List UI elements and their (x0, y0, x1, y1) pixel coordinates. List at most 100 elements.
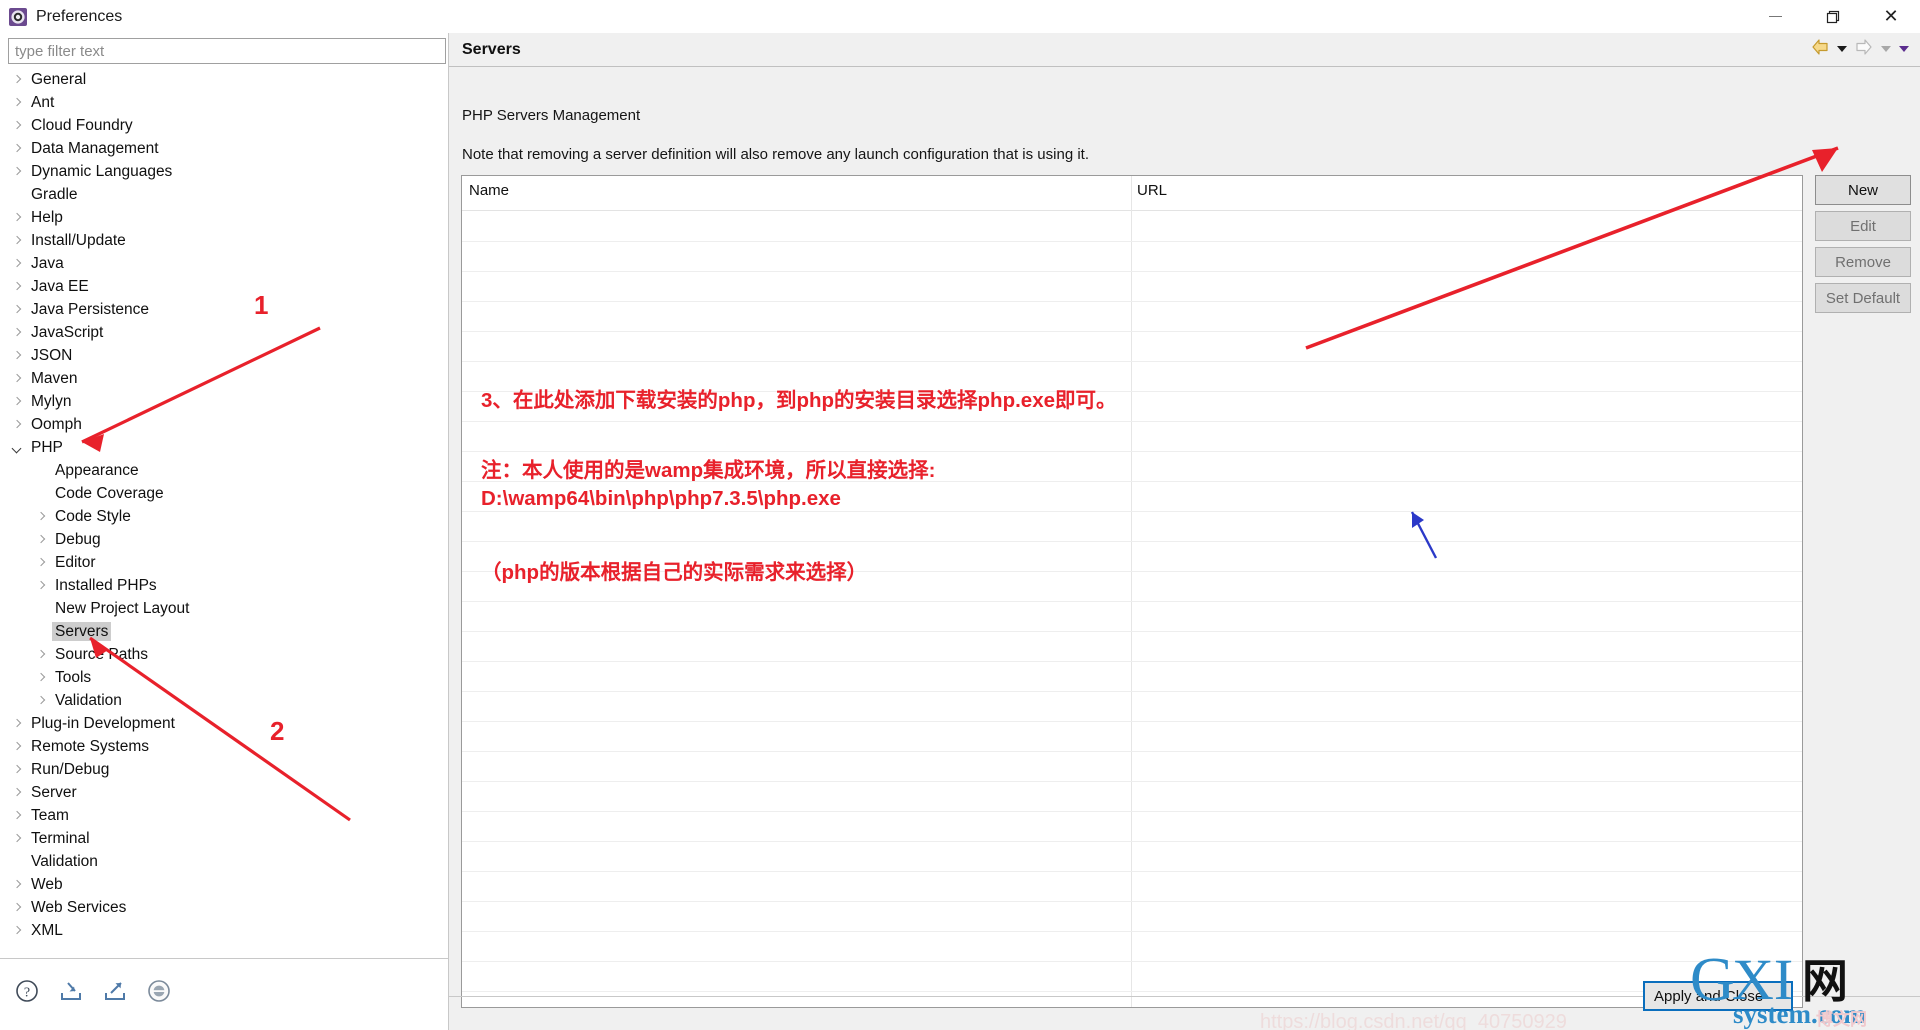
table-row[interactable] (462, 302, 1802, 332)
restore-button[interactable] (1804, 0, 1862, 33)
table-row[interactable] (462, 662, 1802, 692)
sidebar-item-terminal[interactable]: Terminal (0, 827, 448, 850)
sidebar-item-tools[interactable]: Tools (0, 666, 448, 689)
chevron-right-icon[interactable] (10, 418, 24, 432)
chevron-right-icon[interactable] (10, 717, 24, 731)
sidebar-item-java-persistence[interactable]: Java Persistence (0, 298, 448, 321)
table-row[interactable] (462, 692, 1802, 722)
forward-arrow-icon[interactable] (1854, 38, 1874, 61)
sidebar-item-help[interactable]: Help (0, 206, 448, 229)
column-header-name[interactable]: Name (462, 176, 1130, 210)
table-row[interactable] (462, 422, 1802, 452)
chevron-right-icon[interactable] (10, 326, 24, 340)
sidebar-item-code-style[interactable]: Code Style (0, 505, 448, 528)
table-row[interactable] (462, 812, 1802, 842)
sidebar-item-validation[interactable]: Validation (0, 689, 448, 712)
table-row[interactable] (462, 272, 1802, 302)
sidebar-item-appearance[interactable]: Appearance (0, 459, 448, 482)
chevron-right-icon[interactable] (10, 142, 24, 156)
chevron-right-icon[interactable] (10, 786, 24, 800)
view-menu-dropdown-icon[interactable] (1898, 41, 1910, 59)
chevron-right-icon[interactable] (10, 119, 24, 133)
sidebar-item-xml[interactable]: XML (0, 919, 448, 942)
export-icon[interactable] (102, 978, 128, 1004)
sidebar-item-oomph[interactable]: Oomph (0, 413, 448, 436)
chevron-right-icon[interactable] (10, 924, 24, 938)
sidebar-item-editor[interactable]: Editor (0, 551, 448, 574)
sidebar-item-javascript[interactable]: JavaScript (0, 321, 448, 344)
sidebar-item-installed-phps[interactable]: Installed PHPs (0, 574, 448, 597)
back-dropdown-icon[interactable] (1836, 41, 1848, 59)
chevron-right-icon[interactable] (10, 763, 24, 777)
sidebar-item-servers[interactable]: Servers (0, 620, 448, 643)
chevron-right-icon[interactable] (10, 809, 24, 823)
chevron-right-icon[interactable] (10, 234, 24, 248)
sidebar-item-json[interactable]: JSON (0, 344, 448, 367)
sidebar-item-validation[interactable]: Validation (0, 850, 448, 873)
chevron-right-icon[interactable] (34, 510, 48, 524)
sidebar-item-java[interactable]: Java (0, 252, 448, 275)
sidebar-item-install-update[interactable]: Install/Update (0, 229, 448, 252)
chevron-right-icon[interactable] (10, 257, 24, 271)
back-arrow-icon[interactable] (1810, 38, 1830, 61)
search-input[interactable] (8, 38, 446, 64)
import-icon[interactable] (58, 978, 84, 1004)
sidebar-item-php[interactable]: PHP (0, 436, 448, 459)
sidebar-item-remote-systems[interactable]: Remote Systems (0, 735, 448, 758)
preference-tree[interactable]: General Ant Cloud Foundry Data Management Dy… (0, 68, 448, 958)
sidebar-item-web[interactable]: Web (0, 873, 448, 896)
table-row[interactable] (462, 872, 1802, 902)
restore-defaults-icon[interactable] (146, 978, 172, 1004)
chevron-right-icon[interactable] (10, 901, 24, 915)
close-button[interactable]: ✕ (1862, 0, 1920, 33)
table-row[interactable] (462, 332, 1802, 362)
column-header-url[interactable]: URL (1130, 176, 1802, 210)
sidebar-item-java-ee[interactable]: Java EE (0, 275, 448, 298)
chevron-down-icon[interactable] (10, 441, 24, 455)
chevron-right-icon[interactable] (10, 878, 24, 892)
table-row[interactable] (462, 512, 1802, 542)
chevron-right-icon[interactable] (34, 648, 48, 662)
chevron-right-icon[interactable] (10, 73, 24, 87)
sidebar-item-debug[interactable]: Debug (0, 528, 448, 551)
chevron-right-icon[interactable] (34, 579, 48, 593)
sidebar-item-cloud-foundry[interactable]: Cloud Foundry (0, 114, 448, 137)
chevron-right-icon[interactable] (10, 372, 24, 386)
chevron-right-icon[interactable] (10, 832, 24, 846)
sidebar-item-gradle[interactable]: Gradle (0, 183, 448, 206)
chevron-right-icon[interactable] (34, 671, 48, 685)
table-row[interactable] (462, 632, 1802, 662)
chevron-right-icon[interactable] (34, 556, 48, 570)
sidebar-item-dynamic-languages[interactable]: Dynamic Languages (0, 160, 448, 183)
help-icon[interactable]: ? (14, 978, 40, 1004)
chevron-right-icon[interactable] (10, 280, 24, 294)
table-row[interactable] (462, 902, 1802, 932)
sidebar-item-new-project-layout[interactable]: New Project Layout (0, 597, 448, 620)
table-row[interactable] (462, 962, 1802, 992)
chevron-right-icon[interactable] (10, 740, 24, 754)
sidebar-item-source-paths[interactable]: Source Paths (0, 643, 448, 666)
table-row[interactable] (462, 842, 1802, 872)
sidebar-item-ant[interactable]: Ant (0, 91, 448, 114)
sidebar-item-data-management[interactable]: Data Management (0, 137, 448, 160)
sidebar-item-code-coverage[interactable]: Code Coverage (0, 482, 448, 505)
table-row[interactable] (462, 782, 1802, 812)
sidebar-item-general[interactable]: General (0, 68, 448, 91)
sidebar-item-plug-in-development[interactable]: Plug-in Development (0, 712, 448, 735)
sidebar-item-server[interactable]: Server (0, 781, 448, 804)
table-row[interactable] (462, 992, 1802, 1007)
table-row[interactable] (462, 212, 1802, 242)
chevron-right-icon[interactable] (34, 533, 48, 547)
chevron-right-icon[interactable] (34, 694, 48, 708)
sidebar-item-maven[interactable]: Maven (0, 367, 448, 390)
chevron-right-icon[interactable] (10, 165, 24, 179)
minimize-button[interactable] (1746, 0, 1804, 33)
servers-table[interactable]: Name URL (461, 175, 1803, 1008)
apply-and-close-button[interactable]: Apply and Close (1643, 981, 1793, 1011)
chevron-right-icon[interactable] (10, 211, 24, 225)
chevron-right-icon[interactable] (10, 96, 24, 110)
chevron-right-icon[interactable] (10, 349, 24, 363)
sidebar-item-mylyn[interactable]: Mylyn (0, 390, 448, 413)
sidebar-item-run-debug[interactable]: Run/Debug (0, 758, 448, 781)
table-row[interactable] (462, 752, 1802, 782)
